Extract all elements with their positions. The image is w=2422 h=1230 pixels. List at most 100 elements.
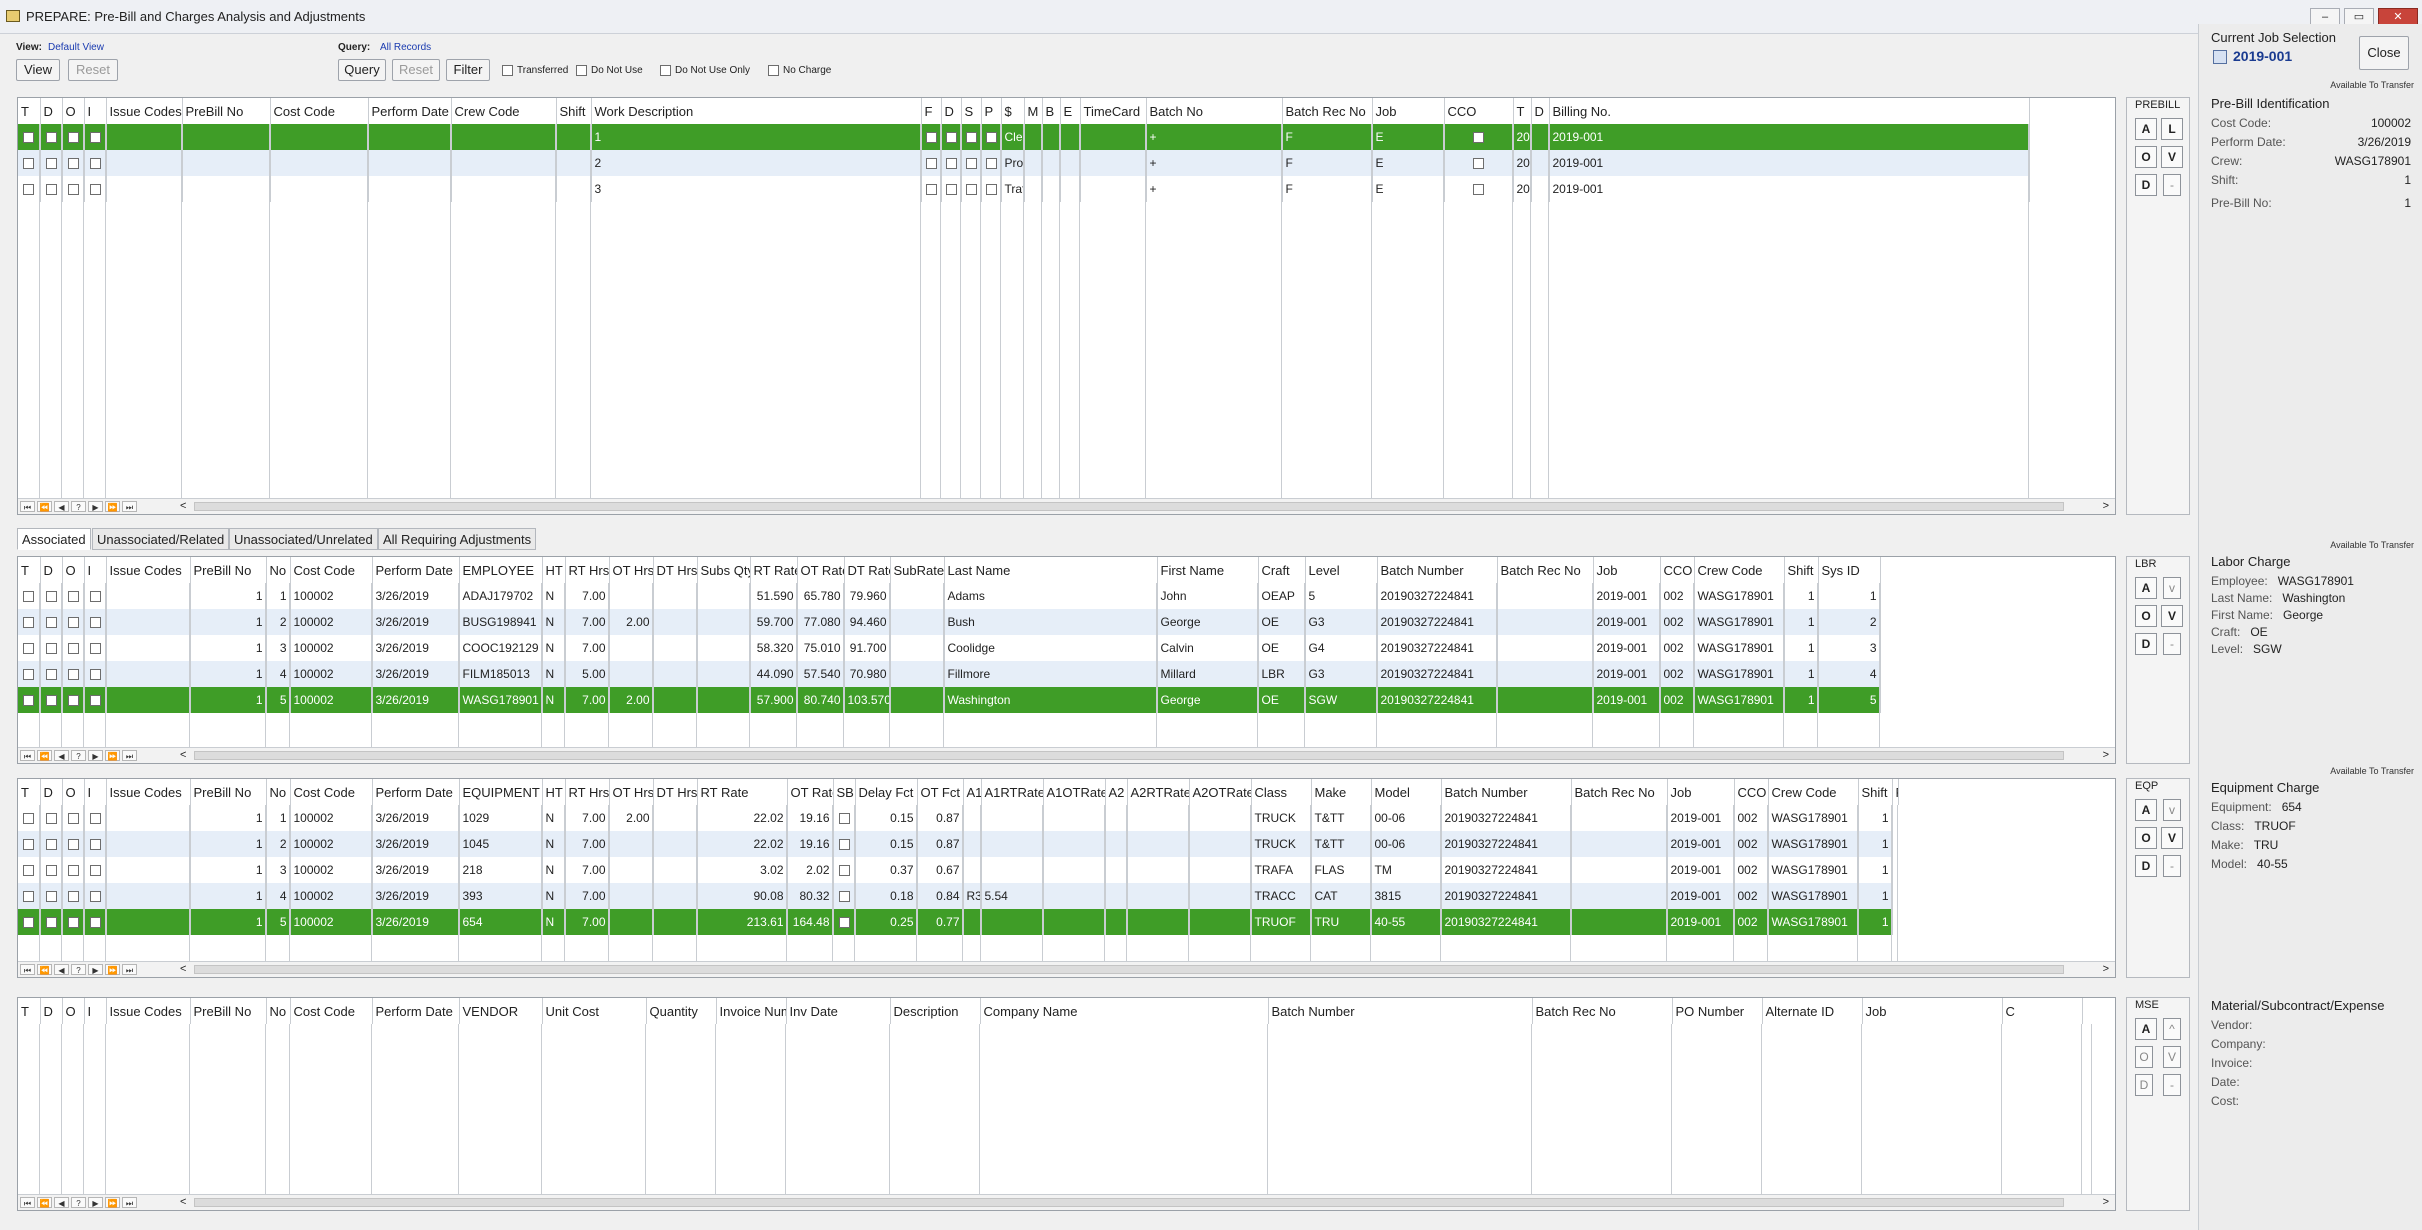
row-checkbox[interactable] [89, 183, 101, 195]
row-checkbox[interactable] [23, 812, 35, 824]
cell-checkbox[interactable] [945, 157, 957, 169]
equipment-col-header[interactable]: Perform Date [372, 779, 460, 805]
nav-button[interactable]: ◀ [54, 750, 69, 761]
mse-dash-button[interactable]: - [2163, 1074, 2181, 1096]
mse-col-header[interactable]: Alternate ID [1762, 998, 1863, 1024]
prebill-col-header[interactable]: TimeCard [1080, 98, 1147, 124]
prebill-flag-cell[interactable] [84, 176, 107, 202]
equipment-grid[interactable]: T D O I Issue Codes PreBill No No Cost Code Perf… [17, 778, 2116, 978]
labor-col-header[interactable]: D [40, 557, 63, 583]
equipment-hscroll[interactable]: ⏮ ⏪ ◀? ▶ ⏩ ⏭ < > [18, 961, 2115, 977]
labor-row[interactable]: 1 5 100002 3/26/2019 WASG178901 N 7.00 2.00 57.9… [18, 687, 1881, 713]
cell-checkbox[interactable] [985, 157, 997, 169]
nav-button[interactable]: ? [71, 501, 86, 512]
equipment-col-header[interactable]: Crew Code [1768, 779, 1859, 805]
equipment-col-header[interactable]: T [18, 779, 41, 805]
row-checkbox[interactable] [89, 890, 101, 902]
row-checkbox[interactable] [23, 890, 35, 902]
row-checkbox[interactable] [45, 157, 57, 169]
equipment-col-header[interactable]: Cost Code [290, 779, 373, 805]
equipment-flag-cell[interactable] [40, 883, 63, 909]
row-checkbox[interactable] [45, 694, 57, 706]
equipment-col-header[interactable]: A1 [963, 779, 982, 805]
nav-button[interactable]: ⏭ [122, 964, 137, 975]
prebill-flag-cell[interactable] [84, 124, 107, 150]
prebill-col-header[interactable]: D [941, 98, 962, 124]
cell-checkbox[interactable] [925, 183, 937, 195]
labor-col-header[interactable]: OT Hrs [609, 557, 654, 583]
labor-col-header[interactable]: No [266, 557, 291, 583]
mse-col-header[interactable]: VENDOR [459, 998, 543, 1024]
labor-col-header[interactable]: Subs Qty [697, 557, 751, 583]
labor-flag-cell[interactable] [62, 583, 85, 609]
scroll-right-arrow[interactable]: > [2103, 749, 2109, 761]
row-checkbox[interactable] [89, 916, 101, 928]
row-checkbox[interactable] [45, 838, 57, 850]
nav-button[interactable]: ⏪ [37, 964, 52, 975]
equipment-row[interactable]: 1 4 100002 3/26/2019 393 N 7.00 90.08 80.32 0.18 0… [18, 883, 1898, 909]
prebill-hscroll[interactable]: ⏮ ⏪ ◀? ▶ ⏩ ⏭ < > [18, 498, 2115, 514]
equipment-col-header[interactable]: Model [1371, 779, 1442, 805]
mse-col-header[interactable]: Invoice Number [716, 998, 787, 1024]
row-checkbox[interactable] [67, 642, 79, 654]
labor-flag-cell[interactable] [62, 687, 85, 713]
labor-flag-cell[interactable] [40, 687, 63, 713]
equipment-col-header[interactable]: PreBill No [190, 779, 267, 805]
prebill-col-header[interactable]: E [1060, 98, 1081, 124]
prebill-col-header[interactable]: Perform Date [368, 98, 452, 124]
equipment-col-header[interactable]: RT Rate [697, 779, 788, 805]
row-checkbox[interactable] [23, 590, 35, 602]
mse-d-button[interactable]: D [2135, 1074, 2153, 1096]
scroll-left-arrow[interactable]: < [180, 1196, 186, 1208]
cell-checkbox[interactable] [1473, 157, 1484, 169]
mse-grid[interactable]: T D O I Issue Codes PreBill No No Cost Code Perf… [17, 997, 2116, 1211]
labor-flag-cell[interactable] [40, 583, 63, 609]
equipment-col-header[interactable]: A2RTRate [1127, 779, 1190, 805]
row-checkbox[interactable] [45, 616, 57, 628]
row-checkbox[interactable] [23, 694, 35, 706]
row-checkbox[interactable] [67, 668, 79, 680]
prebill-col-header[interactable]: P [981, 98, 1002, 124]
prebill-v-button[interactable]: V [2161, 146, 2183, 168]
row-checkbox[interactable] [89, 864, 101, 876]
prebill-col-header[interactable]: T [1513, 98, 1532, 124]
row-checkbox[interactable] [67, 183, 79, 195]
row-checkbox[interactable] [45, 890, 57, 902]
row-checkbox[interactable] [89, 838, 101, 850]
mse-col-header[interactable]: O [62, 998, 85, 1024]
equipment-col-header[interactable]: SB [833, 779, 856, 805]
labor-col-header[interactable]: Craft [1258, 557, 1306, 583]
prebill-flag-cell[interactable] [40, 176, 63, 202]
row-checkbox[interactable] [67, 838, 79, 850]
cell-checkbox[interactable] [985, 183, 997, 195]
labor-col-header[interactable]: PreBill No [190, 557, 267, 583]
row-checkbox[interactable] [67, 694, 79, 706]
mse-v-button[interactable]: V [2163, 1046, 2181, 1068]
nav-button[interactable]: ⏩ [105, 750, 120, 761]
labor-flag-cell[interactable] [62, 635, 85, 661]
tab-all-requiring-adjustments[interactable]: All Requiring Adjustments [378, 528, 537, 550]
equipment-col-header[interactable]: D [40, 779, 63, 805]
nav-button[interactable]: ⏩ [105, 1197, 120, 1208]
equipment-col-header[interactable]: No [266, 779, 291, 805]
equipment-flag-cell[interactable] [62, 909, 85, 935]
mse-col-header[interactable]: Cost Code [290, 998, 373, 1024]
equipment-col-header[interactable]: A1OTRate [1043, 779, 1106, 805]
nav-button[interactable]: ? [71, 1197, 86, 1208]
labor-col-header[interactable]: Cost Code [290, 557, 373, 583]
labor-flag-cell[interactable] [18, 609, 41, 635]
labor-flag-cell[interactable] [40, 661, 63, 687]
prebill-col-header[interactable]: Batch Rec No [1282, 98, 1373, 124]
prebill-col-header[interactable]: I [84, 98, 107, 124]
equipment-col-header[interactable]: RT Hrs [565, 779, 610, 805]
nav-button[interactable]: ⏮ [20, 964, 35, 975]
equipment-col-header[interactable]: Job [1667, 779, 1735, 805]
equipment-flag-cell[interactable] [18, 831, 41, 857]
nav-button[interactable]: ▶ [88, 750, 103, 761]
row-checkbox[interactable] [67, 590, 79, 602]
row-checkbox[interactable] [45, 642, 57, 654]
cell-checkbox[interactable] [925, 157, 937, 169]
equipment-flag-cell[interactable] [62, 857, 85, 883]
equipment-col-header[interactable]: Batch Rec No [1571, 779, 1668, 805]
mse-a-button[interactable]: A [2135, 1018, 2157, 1040]
